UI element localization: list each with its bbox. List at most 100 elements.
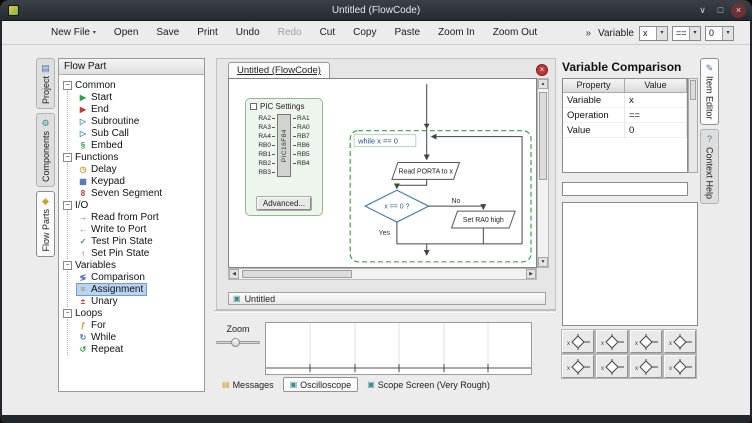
flowchart-canvas[interactable]: while x == 0 Read PORTA to x x == 0 ? No (228, 78, 537, 268)
property-scroll-thumb[interactable] (690, 80, 696, 100)
tree-item-keypad[interactable]: ▦Keypad (68, 175, 202, 187)
advanced-button[interactable]: Advanced... (257, 197, 311, 210)
pic-settings-checkbox[interactable] (250, 103, 257, 110)
tab-item-editor[interactable]: ✎Item Editor (700, 58, 719, 125)
tree-item-embed[interactable]: §Embed (68, 139, 202, 151)
decision-template-4-button[interactable]: x (664, 330, 696, 353)
tab-project[interactable]: ▤Project (36, 58, 55, 109)
tree-item-seven-segment[interactable]: 8Seven Segment (68, 187, 202, 199)
tree-item-subroutine[interactable]: ▷Subroutine (68, 115, 202, 127)
tree-item-test-pin-state[interactable]: ✓Test Pin State (68, 235, 202, 247)
tree-item-set-pin-state[interactable]: ↑Set Pin State (68, 247, 202, 259)
horizontal-scrollbar[interactable]: ◀ ▶ (228, 268, 537, 280)
scroll-left-icon[interactable]: ◀ (229, 269, 239, 279)
toolbar-button-new-file[interactable]: New File▾ (42, 22, 105, 44)
maximize-button[interactable]: □ (713, 3, 728, 18)
flow-part-panel-header[interactable]: Flow Part (59, 59, 204, 75)
item-editor-listbox[interactable] (562, 202, 698, 326)
toolbar-button-undo[interactable]: Undo (227, 22, 269, 44)
property-row-operation[interactable]: Operation== (563, 108, 687, 123)
tree-group-header[interactable]: −Functions (61, 151, 202, 163)
tree-group-header[interactable]: −I/O (61, 199, 202, 211)
minimized-document-bar[interactable]: ▣ Untitled (228, 292, 546, 305)
tab-context-help[interactable]: ?Context Help (700, 129, 719, 204)
property-value-cell[interactable]: x (625, 93, 687, 108)
property-row-value[interactable]: Value0 (563, 123, 687, 138)
tree-item-write-to-port[interactable]: ←Write to Port (68, 223, 202, 235)
tab-components[interactable]: ⚙Components (36, 113, 55, 187)
tree-group-header[interactable]: −Common (61, 79, 202, 91)
chevron-down-icon[interactable]: ▾ (722, 27, 733, 40)
item-editor-input[interactable] (562, 182, 688, 196)
vertical-scrollbar[interactable]: ▲ ▼ (537, 78, 549, 268)
tree-item-end[interactable]: ▶End (68, 103, 202, 115)
collapse-icon[interactable]: − (63, 309, 72, 318)
set-ra0-block[interactable]: Set RA0 high (452, 211, 516, 228)
variable-combo-2[interactable]: ==▾ (672, 26, 701, 41)
read-porta-block[interactable]: Read PORTA to x (392, 162, 460, 179)
decision-template-8-button[interactable]: x (664, 355, 696, 378)
tab-oscilloscope[interactable]: ▣Oscilloscope (283, 377, 359, 392)
document-close-icon[interactable]: × (536, 64, 548, 76)
pic-settings-box[interactable]: PIC Settings RA2RA3RA4RB0RB1RB2RB3 PIC16… (245, 98, 323, 216)
document-tab[interactable]: Untitled (FlowCode) (228, 62, 330, 79)
decision-template-3-button[interactable]: x (630, 330, 662, 353)
variable-combo-3[interactable]: 0▾ (705, 26, 734, 41)
tab-messages[interactable]: ▤Messages (216, 377, 280, 392)
while-loop-label[interactable]: while x == 0 (354, 135, 416, 147)
zoom-slider[interactable] (216, 341, 260, 344)
tree-group-header[interactable]: −Loops (61, 307, 202, 319)
chevron-down-icon[interactable]: ▾ (656, 27, 667, 40)
toolbar-button-copy[interactable]: Copy (344, 22, 385, 44)
collapse-icon[interactable]: − (63, 153, 72, 162)
while-loop-box[interactable] (350, 131, 531, 262)
decision-template-5-button[interactable]: x (562, 355, 594, 378)
zoom-slider-thumb[interactable] (231, 338, 240, 347)
tree-item-read-from-port[interactable]: →Read from Port (68, 211, 202, 223)
toolbar-button-paste[interactable]: Paste (385, 22, 429, 44)
dock-splitter[interactable] (214, 310, 556, 313)
variable-combo-1[interactable]: x▾ (639, 26, 668, 41)
toolbar-button-zoom-in[interactable]: Zoom In (429, 22, 484, 44)
property-value-cell[interactable]: 0 (625, 123, 687, 138)
toolbar-button-save[interactable]: Save (147, 22, 188, 44)
chevron-down-icon[interactable]: ▾ (689, 27, 700, 40)
close-button[interactable]: × (731, 3, 746, 18)
scroll-down-icon[interactable]: ▼ (538, 257, 548, 267)
tree-item-for[interactable]: ƒFor (68, 319, 202, 331)
toolbar-overflow-icon[interactable]: » (585, 28, 591, 39)
decision-template-1-button[interactable]: x (562, 330, 594, 353)
tree-item-assignment[interactable]: =Assignment (68, 283, 202, 295)
toolbar-button-zoom-out[interactable]: Zoom Out (484, 22, 546, 44)
scroll-up-icon[interactable]: ▲ (538, 79, 548, 89)
minimize-button[interactable]: ∨ (695, 3, 710, 18)
toolbar-button-print[interactable]: Print (188, 22, 227, 44)
tree-group-header[interactable]: −Variables (61, 259, 202, 271)
tree-item-unary[interactable]: ±Unary (68, 295, 202, 307)
tree-item-while[interactable]: ↻While (68, 331, 202, 343)
toolbar-button-cut[interactable]: Cut (311, 22, 345, 44)
vertical-scroll-thumb[interactable] (539, 92, 547, 180)
scroll-right-icon[interactable]: ▶ (526, 269, 536, 279)
toolbar-button-redo[interactable]: Redo (269, 22, 311, 44)
tree-item-repeat[interactable]: ↺Repeat (68, 343, 202, 355)
decision-template-2-button[interactable]: x (596, 330, 628, 353)
decision-template-6-button[interactable]: x (596, 355, 628, 378)
tab-scope-screen-very-rough[interactable]: ▣Scope Screen (Very Rough) (361, 377, 496, 392)
property-value-cell[interactable]: == (625, 108, 687, 123)
collapse-icon[interactable]: − (63, 81, 72, 90)
collapse-icon[interactable]: − (63, 201, 72, 210)
tree-item-comparison[interactable]: ≶Comparison (68, 271, 202, 283)
property-table-scrollbar[interactable] (688, 78, 698, 173)
tree-item-start[interactable]: ▶Start (68, 91, 202, 103)
tree-item-sub-call[interactable]: ▷Sub Call (68, 127, 202, 139)
decision-block[interactable]: x == 0 ? (365, 190, 429, 222)
horizontal-scroll-thumb[interactable] (242, 270, 352, 278)
toolbar-button-open[interactable]: Open (105, 22, 147, 44)
tree-item-delay[interactable]: ◷Delay (68, 163, 202, 175)
titlebar[interactable]: Untitled (FlowCode) ∨ □ × (0, 0, 752, 21)
property-row-variable[interactable]: Variablex (563, 93, 687, 108)
decision-template-7-button[interactable]: x (630, 355, 662, 378)
collapse-icon[interactable]: − (63, 261, 72, 270)
tab-flow-parts[interactable]: ◆Flow Parts (36, 191, 55, 257)
